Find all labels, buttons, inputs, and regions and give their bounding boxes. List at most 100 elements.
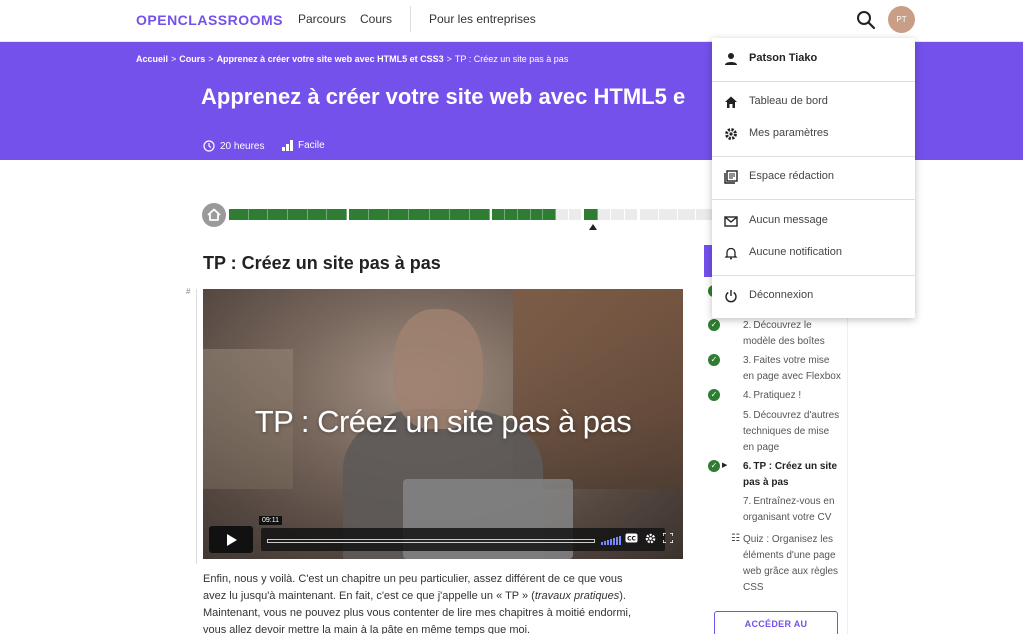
home-icon xyxy=(207,208,221,221)
nav-link-cours[interactable]: Cours xyxy=(360,12,392,26)
anchor-link[interactable]: # xyxy=(186,287,190,296)
menu-label-settings: Mes paramètres xyxy=(749,127,829,139)
progress-cell-done xyxy=(543,209,557,220)
chapter-intro-text: Enfin, nous y voilà. C'est un chapitre u… xyxy=(203,571,681,634)
progress-cell-done xyxy=(584,209,598,220)
course-home-button[interactable] xyxy=(202,203,226,227)
progress-chapter-segment[interactable] xyxy=(229,209,348,220)
avatar[interactable]: PT xyxy=(888,6,915,33)
chapter-title: TP : Créez un site pas à pas xyxy=(203,253,441,273)
clock-icon xyxy=(203,140,215,152)
progress-cell-done xyxy=(369,209,390,220)
gear-icon xyxy=(725,128,737,140)
menu-divider xyxy=(712,81,915,82)
intro-line: vous allez devoir mettre la main à la pâ… xyxy=(203,624,531,634)
course-progress-bar xyxy=(229,209,719,220)
toc-item-chapter-7[interactable]: 7. Entraînez-vous en organisant votre CV xyxy=(743,494,843,526)
video-title-caption: TP : Créez un site pas à pas xyxy=(254,404,632,439)
menu-divider xyxy=(712,275,915,276)
play-icon xyxy=(227,533,237,546)
progress-cell-done xyxy=(517,209,531,220)
menu-label-writing-space: Espace rédaction xyxy=(749,170,834,182)
top-navigation: OPENCLASSROOMS Parcours Cours Pour les e… xyxy=(0,0,1023,42)
toc-item-chapter-6[interactable]: 6. TP : Créez un site pas à pas xyxy=(743,459,843,491)
menu-item-logout[interactable]: Déconnexion xyxy=(712,281,915,311)
menu-item-settings[interactable]: Mes paramètres xyxy=(712,119,915,149)
home-icon xyxy=(725,96,737,108)
progress-chapter-segment[interactable] xyxy=(349,209,490,220)
duration-text: 20 heures xyxy=(220,140,265,152)
menu-item-messages[interactable]: Aucun message xyxy=(712,206,915,236)
progress-cell-done xyxy=(530,209,544,220)
access-button[interactable]: ACCÉDER AU xyxy=(714,611,838,634)
nav-link-entreprises[interactable]: Pour les entreprises xyxy=(429,12,536,26)
fullscreen-icon[interactable] xyxy=(662,532,674,546)
breadcrumb-cours[interactable]: Cours xyxy=(179,54,205,64)
library-icon xyxy=(724,170,738,184)
progress-chapter-segment[interactable] xyxy=(492,209,583,220)
progress-cell-todo xyxy=(677,209,697,220)
progress-cell-done xyxy=(248,209,269,220)
toc-item-chapter-2[interactable]: 2. Découvrez le modèle des boîtes xyxy=(743,318,843,350)
progress-cell-done xyxy=(409,209,430,220)
search-icon[interactable] xyxy=(855,9,877,31)
progress-cell-todo xyxy=(640,209,659,220)
menu-item-notifications[interactable]: Aucune notification xyxy=(712,238,915,268)
openclassrooms-logo[interactable]: OPENCLASSROOMS xyxy=(136,12,283,28)
menu-divider xyxy=(712,199,915,200)
mail-icon xyxy=(724,216,738,227)
difficulty-bars-icon xyxy=(282,140,293,151)
progress-cell-done xyxy=(469,209,490,220)
toc-check-icon: ✓ xyxy=(708,389,720,401)
toc-item-chapter-5[interactable]: 5. Découvrez d'autres techniques de mise … xyxy=(743,408,843,456)
breadcrumb-current: TP : Créez un site pas à pas xyxy=(454,54,569,64)
duration-meta: 20 heures xyxy=(203,140,264,152)
intro-emphasis: travaux pratiques xyxy=(534,590,620,602)
menu-label-messages: Aucun message xyxy=(749,214,828,226)
settings-gear-icon[interactable] xyxy=(645,533,656,547)
svg-text:CC: CC xyxy=(627,535,636,542)
play-button[interactable] xyxy=(209,526,253,553)
menu-label-notifications: Aucune notification xyxy=(749,246,842,258)
person-icon xyxy=(725,53,737,65)
video-player[interactable]: TP : Créez un site pas à pas CC 09:11 xyxy=(203,289,683,559)
toc-check-icon: ✓ xyxy=(708,354,720,366)
quiz-icon: ☷ xyxy=(731,533,740,544)
menu-label-logout: Déconnexion xyxy=(749,289,814,301)
menu-divider xyxy=(712,156,915,157)
content-guide-line xyxy=(196,289,197,564)
progress-cell-todo xyxy=(624,209,638,220)
toc-check-icon: ✓ xyxy=(708,460,720,472)
level-text: Facile xyxy=(298,140,325,151)
nav-link-parcours[interactable]: Parcours xyxy=(298,12,346,26)
progress-chapter-segment[interactable] xyxy=(584,209,638,220)
breadcrumb-course[interactable]: Apprenez à créer votre site web avec HTM… xyxy=(217,54,444,64)
breadcrumb-accueil[interactable]: Accueil xyxy=(136,54,168,64)
progress-cell-todo xyxy=(611,209,625,220)
menu-item-profile[interactable]: Patson Tiako xyxy=(712,44,915,74)
progress-cell-done xyxy=(349,209,370,220)
progress-cell-done xyxy=(449,209,470,220)
video-timeline[interactable]: CC xyxy=(261,528,674,551)
toc-item-quiz[interactable]: Quiz : Organisez les éléments d'une page… xyxy=(743,532,843,596)
video-timecode: 09:11 xyxy=(259,516,282,525)
menu-item-dashboard[interactable]: Tableau de bord xyxy=(712,87,915,117)
menu-item-writing-space[interactable]: Espace rédaction xyxy=(712,162,915,192)
intro-line: ). xyxy=(619,590,626,602)
intro-line: avez lu jusqu'à maintenant. En fait, c'e… xyxy=(203,590,535,602)
progress-cell-todo xyxy=(658,209,678,220)
progress-cell-todo xyxy=(556,209,570,220)
user-name: Patson Tiako xyxy=(749,52,818,64)
nav-divider xyxy=(410,6,411,32)
progress-cell-todo xyxy=(597,209,611,220)
current-chapter-caret-icon: ▶ xyxy=(722,462,728,469)
progress-cell-done xyxy=(429,209,450,220)
toc-item-chapter-4[interactable]: 4. Pratiquez ! xyxy=(743,388,843,404)
progress-chapter-segment[interactable] xyxy=(640,209,715,220)
intro-line: Maintenant, vous ne pouvez plus vous con… xyxy=(203,607,632,619)
progress-cell-done xyxy=(327,209,348,220)
captions-icon[interactable]: CC xyxy=(625,533,638,546)
seek-track[interactable] xyxy=(267,539,595,543)
volume-icon[interactable] xyxy=(601,535,621,545)
toc-item-chapter-3[interactable]: 3. Faites votre mise en page avec Flexbox xyxy=(743,353,843,385)
